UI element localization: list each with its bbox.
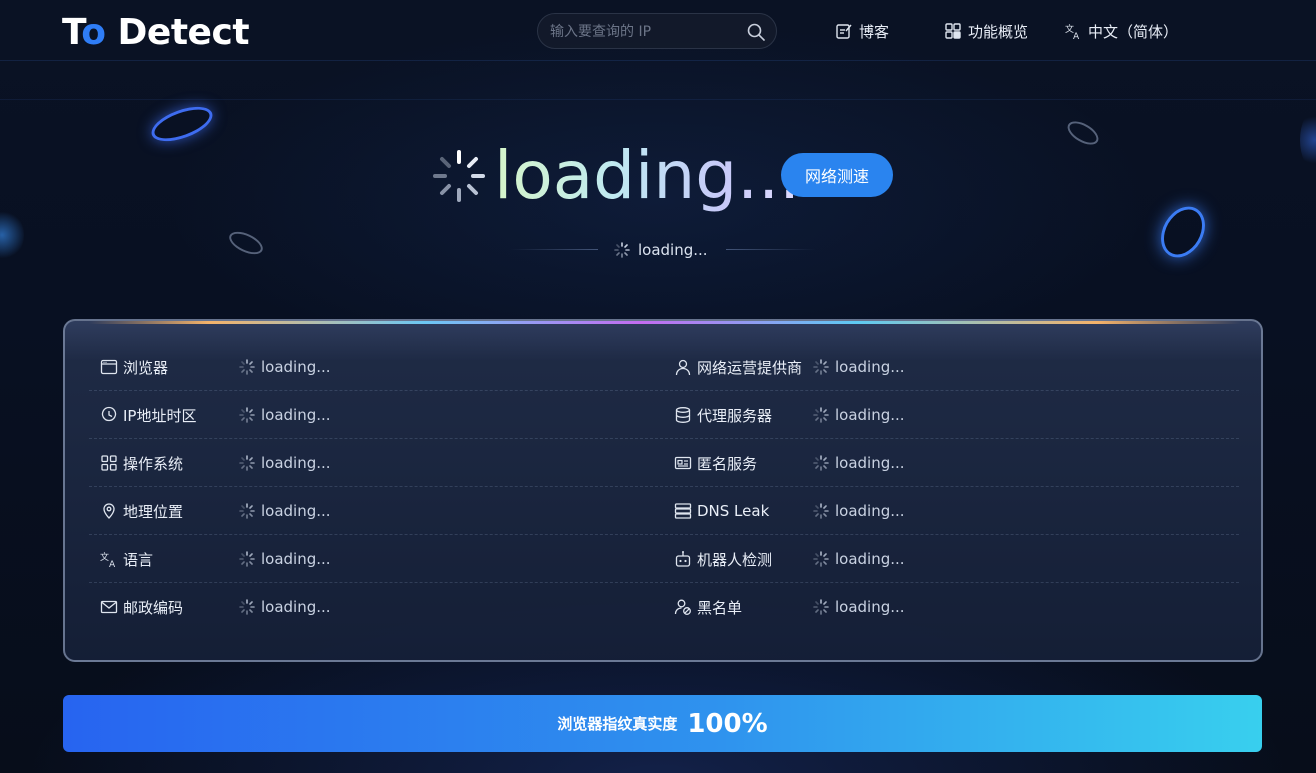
person-icon (673, 357, 693, 377)
grid-icon (945, 23, 961, 39)
info-value: loading... (239, 595, 331, 619)
small-spinner-icon (239, 359, 255, 375)
svg-text:A: A (109, 560, 116, 568)
info-value: loading... (239, 499, 331, 523)
small-spinner-icon (239, 503, 255, 519)
server-list-icon (673, 501, 693, 521)
info-row-location: 地理位置 loading... (99, 499, 331, 523)
translate-icon: 文A (99, 549, 119, 569)
info-row-language: 文A 语言 loading... (99, 547, 331, 571)
info-value: loading... (813, 547, 905, 571)
info-label: 黑名单 (697, 598, 743, 617)
info-row-proxy: 代理服务器 loading... (673, 403, 905, 427)
info-label: 地理位置 (123, 502, 184, 521)
info-value: loading... (813, 355, 905, 379)
language-switcher[interactable]: 文A 中文（简体） (1064, 20, 1178, 42)
info-label: IP地址时区 (123, 406, 197, 425)
row-divider (89, 486, 1239, 487)
mail-icon (99, 597, 119, 617)
subtitle-divider-right (726, 249, 816, 250)
small-spinner-icon (813, 359, 829, 375)
info-label: DNS Leak (697, 502, 770, 520)
nav-features-label: 功能概览 (968, 22, 1029, 41)
info-row-anonymous: 匿名服务 loading... (673, 451, 905, 475)
subtitle-divider-left (510, 249, 598, 250)
nav-blog-label: 博客 (859, 22, 890, 41)
small-spinner-icon (813, 599, 829, 615)
info-label: 浏览器 (123, 358, 169, 377)
loading-spinner-icon (433, 150, 485, 202)
ip-info-panel: 浏览器 loading... IP地址时区 loading... 操作系统 lo… (63, 319, 1263, 662)
info-row-browser: 浏览器 loading... (99, 355, 331, 379)
info-value: loading... (813, 499, 905, 523)
robot-icon (673, 549, 693, 569)
header-grid-lines (0, 60, 1316, 100)
fingerprint-score-bar[interactable]: 浏览器指纹真实度 100% (63, 695, 1262, 752)
browser-icon (99, 357, 119, 377)
info-label: 操作系统 (123, 454, 184, 473)
info-row-os: 操作系统 loading... (99, 451, 331, 475)
edit-icon (836, 24, 852, 39)
svg-text:A: A (1073, 32, 1080, 40)
search-icon[interactable] (746, 22, 766, 42)
small-spinner-icon (239, 599, 255, 615)
small-spinner-icon (813, 455, 829, 471)
small-spinner-icon (813, 407, 829, 423)
hero-subtitle-text: loading... (638, 241, 708, 259)
info-row-blacklist: 黑名单 loading... (673, 595, 905, 619)
info-label: 语言 (123, 550, 154, 569)
row-divider (89, 390, 1239, 391)
info-value: loading... (813, 595, 905, 619)
info-row-isp: 网络运营提供商 loading... (673, 355, 905, 379)
info-row-bot-detection: 机器人检测 loading... (673, 547, 905, 571)
info-value: loading... (239, 451, 331, 475)
ip-search-box (537, 13, 777, 49)
small-spinner-icon (614, 242, 630, 258)
info-row-dns-leak: DNS Leak loading... (673, 499, 905, 523)
ip-search-input[interactable] (550, 20, 740, 44)
grid-icon (99, 453, 119, 473)
speed-test-button[interactable]: 网络测速 (781, 153, 893, 197)
row-divider (89, 438, 1239, 439)
language-label: 中文（简体） (1088, 22, 1179, 41)
user-block-icon (673, 597, 693, 617)
fingerprint-score-label: 浏览器指纹真实度 (557, 715, 678, 733)
small-spinner-icon (239, 407, 255, 423)
info-row-timezone: IP地址时区 loading... (99, 403, 331, 427)
database-icon (673, 405, 693, 425)
small-spinner-icon (239, 455, 255, 471)
info-label: 网络运营提供商 (697, 358, 803, 377)
info-value: loading... (813, 451, 905, 475)
nav-blog-link[interactable]: 博客 (835, 20, 889, 42)
info-value: loading... (239, 403, 331, 427)
clock-icon (99, 405, 119, 425)
site-logo[interactable]: To Detect (62, 14, 250, 52)
svg-text:文: 文 (100, 551, 109, 563)
small-spinner-icon (239, 551, 255, 567)
panel-rainbow-border (65, 321, 1261, 324)
info-label: 匿名服务 (697, 454, 758, 473)
small-spinner-icon (813, 551, 829, 567)
location-pin-icon (99, 501, 119, 521)
small-spinner-icon (813, 503, 829, 519)
info-label: 代理服务器 (697, 406, 773, 425)
nav-features-link[interactable]: 功能概览 (944, 20, 1028, 42)
ip-address-title: loading... (494, 137, 801, 214)
info-row-postal-code: 邮政编码 loading... (99, 595, 331, 619)
info-label: 邮政编码 (123, 598, 184, 617)
info-label: 机器人检测 (697, 550, 773, 569)
translate-icon: 文A (1065, 23, 1080, 40)
info-value: loading... (239, 547, 331, 571)
row-divider (89, 582, 1239, 583)
fingerprint-score-value: 100% (687, 708, 768, 739)
top-navbar: To Detect 博客 功能概览 文A 中文（简体） (0, 0, 1316, 64)
info-value: loading... (813, 403, 905, 427)
id-card-icon (673, 453, 693, 473)
info-value: loading... (239, 355, 331, 379)
row-divider (89, 534, 1239, 535)
hero-subtitle: loading... (614, 240, 708, 260)
